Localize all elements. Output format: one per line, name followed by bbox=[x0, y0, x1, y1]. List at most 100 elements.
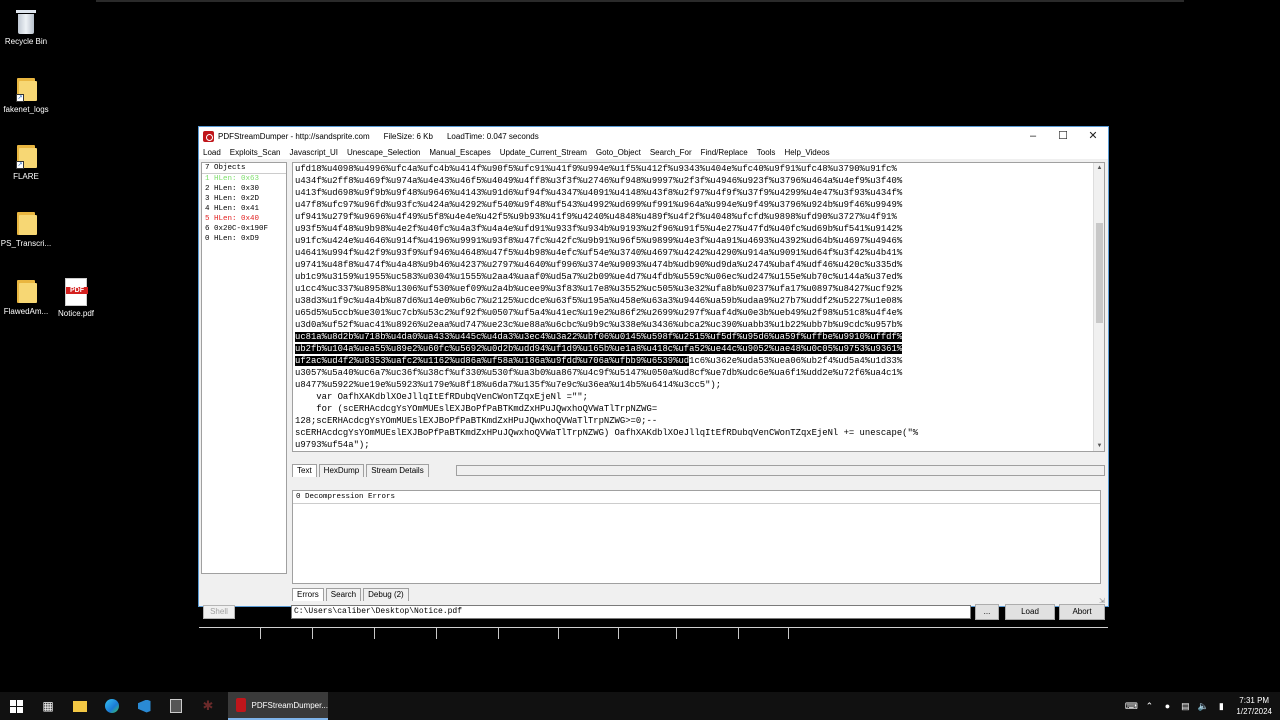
menu-javascript-ui[interactable]: Javascript_UI bbox=[290, 148, 338, 157]
clock-date: 1/27/2024 bbox=[1236, 707, 1272, 716]
battery-icon[interactable]: ▮ bbox=[1214, 701, 1228, 712]
tab-strip bbox=[456, 465, 1105, 476]
keyboard-icon[interactable]: ⌨ bbox=[1124, 701, 1138, 712]
desktop-icon-flawedammyy[interactable]: FlawedAm... bbox=[0, 278, 52, 316]
errors-header: 0 Decompression Errors bbox=[293, 491, 1100, 504]
stream-line: u91fc%u424e%u4646%u914f%u4196%u9991%u93f… bbox=[295, 236, 903, 246]
edge-browser-icon[interactable] bbox=[96, 692, 128, 720]
stream-line: scERHAcdcgYsYOmMUEslEXJBoPfPaBTKmdZxHPuJ… bbox=[295, 428, 919, 438]
status-field: UnkFlt: 0 bbox=[619, 628, 677, 639]
scroll-up-icon[interactable]: ▲ bbox=[1094, 163, 1104, 173]
file-explorer-icon[interactable] bbox=[64, 692, 96, 720]
status-field: JS: 1 bbox=[261, 628, 313, 639]
menu-goto-object[interactable]: Goto_Object bbox=[596, 148, 641, 157]
object-list-item[interactable]: 5 HLen: 0x40 bbox=[202, 214, 286, 224]
pdf-path-field[interactable]: C:\Users\caliber\Desktop\Notice.pdf bbox=[291, 605, 971, 619]
start-button[interactable] bbox=[0, 692, 32, 720]
stream-line: u38d3%u1f9c%u4a4b%u87d6%u14e0%ub6c7%u212… bbox=[295, 296, 903, 306]
tab-text[interactable]: Text bbox=[292, 464, 317, 477]
pdfstreamdumper-taskbar-icon bbox=[236, 698, 246, 712]
vscode-icon[interactable] bbox=[128, 692, 160, 720]
object-list-header: 7 Objects bbox=[202, 163, 286, 174]
status-field: TTF: 0 bbox=[437, 628, 499, 639]
desktop-icon-fakenet-logs[interactable]: ↗ fakenet_logs bbox=[0, 76, 52, 114]
menu-unescape-selection[interactable]: Unescape_Selection bbox=[347, 148, 420, 157]
load-button[interactable]: Load bbox=[1005, 604, 1055, 620]
menu-tools[interactable]: Tools bbox=[757, 148, 776, 157]
tab-search[interactable]: Search bbox=[325, 588, 362, 601]
tray-app-icon[interactable]: ● bbox=[1160, 701, 1174, 711]
desktop-icon-label: Notice.pdf bbox=[57, 309, 95, 318]
menu-help-videos[interactable]: Help_Videos bbox=[784, 148, 829, 157]
stream-line: uc81a%u8d2b%u718b%u4da0%ua433%u445c%u4da… bbox=[295, 331, 1090, 343]
selected-text: ub2fb%u104a%uea55%u89e2%u60fc%u5692%u0d2… bbox=[295, 344, 903, 354]
desktop-icon-notice-pdf[interactable]: PDF Notice.pdf bbox=[50, 278, 102, 318]
tab-hexdump[interactable]: HexDump bbox=[318, 464, 365, 477]
status-field: U3D: 0 bbox=[499, 628, 559, 639]
resize-grip-icon[interactable]: ⇲ bbox=[1099, 597, 1107, 605]
tab-debug[interactable]: Debug (2) bbox=[363, 588, 409, 601]
selected-text: uc81a%u8d2b%u718b%u4da0%ua433%u445c%u4da… bbox=[295, 332, 903, 342]
desktop-icon-flare[interactable]: ↗ FLARE bbox=[0, 143, 52, 181]
task-view-icon[interactable]: ▦ bbox=[32, 692, 64, 720]
menu-find-replace[interactable]: Find/Replace bbox=[701, 148, 748, 157]
bug-tool-icon[interactable]: ✱ bbox=[192, 692, 224, 720]
window-title: PDFStreamDumper - http://sandsprite.com bbox=[218, 131, 370, 141]
menu-exploits-scan[interactable]: Exploits_Scan bbox=[230, 148, 281, 157]
status-field: Streams:1 bbox=[199, 628, 261, 639]
stream-line: u65d5%u5ccb%ue301%uc7cb%u53c2%uf92f%u050… bbox=[295, 308, 903, 318]
object-list[interactable]: 7 Objects 1 HLen: 0x63 2 HLen: 0x30 3 HLen… bbox=[201, 162, 287, 574]
menu-load[interactable]: Load bbox=[203, 148, 221, 157]
desktop-icon-label: FlawedAm... bbox=[3, 307, 49, 316]
stream-line: var OafhXAKdblXOeJllqItEfRDubqVenCWonTZq… bbox=[295, 392, 588, 402]
clock[interactable]: 7:31 PM 1/27/2024 bbox=[1236, 695, 1272, 717]
view-tabs: Text HexDump Stream Details bbox=[292, 464, 431, 477]
object-list-item[interactable]: 1 HLen: 0x63 bbox=[202, 174, 286, 184]
desktop-icon-recycle-bin[interactable]: Recycle Bin bbox=[0, 8, 52, 46]
stream-line: uf2ac%ud4f2%u8353%uafc2%u1162%ud86a%uf58… bbox=[295, 355, 1090, 367]
panel-tabs: Errors Search Debug (2) bbox=[292, 588, 411, 601]
tray-chevron-icon[interactable]: ⌃ bbox=[1142, 701, 1156, 712]
menu-manual-escapes[interactable]: Manual_Escapes bbox=[429, 148, 490, 157]
stream-content[interactable]: ufd18%u4098%u4996%ufc4a%ufc4b%u414f%u90f… bbox=[295, 163, 1090, 451]
maximize-icon[interactable]: ☐ bbox=[1048, 127, 1078, 145]
calculator-app-icon[interactable] bbox=[160, 692, 192, 720]
object-list-item[interactable]: 3 HLen: 0x2D bbox=[202, 194, 286, 204]
client-area: 7 Objects 1 HLen: 0x63 2 HLen: 0x30 3 HLen… bbox=[199, 160, 1108, 639]
network-icon[interactable]: ▤ bbox=[1178, 701, 1192, 712]
object-list-item[interactable]: 2 HLen: 0x30 bbox=[202, 184, 286, 194]
tab-stream-details[interactable]: Stream Details bbox=[366, 464, 429, 477]
object-list-item[interactable]: 4 HLen: 0x41 bbox=[202, 204, 286, 214]
app-icon bbox=[203, 130, 214, 142]
shell-button[interactable]: Shell bbox=[203, 605, 235, 619]
status-field: PRC: 0 bbox=[739, 628, 789, 639]
volume-icon[interactable]: 🔈 bbox=[1196, 701, 1210, 712]
taskbar: ▦ ✱ PDFStreamDumper... ⌨ ⌃ ● ▤ 🔈 ▮ 7:31 … bbox=[0, 692, 1280, 720]
menu-bar: Load Exploits_Scan Javascript_UI Unescap… bbox=[199, 145, 1108, 159]
scroll-down-icon[interactable]: ▼ bbox=[1094, 441, 1104, 451]
folder-icon: ↗ bbox=[15, 76, 37, 102]
errors-panel[interactable]: 0 Decompression Errors bbox=[292, 490, 1101, 584]
desktop-icon-ps-transcripts[interactable]: PS_Transcri... bbox=[0, 210, 52, 248]
vertical-scrollbar[interactable]: ▲ ▼ bbox=[1093, 163, 1104, 451]
desktop-icon-label: PS_Transcri... bbox=[0, 239, 52, 248]
stream-line: ub1c9%u3159%u1955%uc583%u0304%u1555%u2aa… bbox=[295, 272, 903, 282]
abort-button[interactable]: Abort bbox=[1059, 604, 1105, 620]
taskbar-task-label: PDFStreamDumper... bbox=[251, 700, 328, 710]
pdf-file-icon: PDF bbox=[65, 278, 88, 306]
desktop-icon-label: fakenet_logs bbox=[3, 105, 49, 114]
windows-logo-icon bbox=[9, 699, 23, 713]
minimize-icon[interactable]: – bbox=[1018, 127, 1048, 145]
browse-button[interactable]: ... bbox=[975, 604, 999, 620]
scrollbar-thumb[interactable] bbox=[1096, 223, 1103, 323]
taskbar-pdfstreamdumper[interactable]: PDFStreamDumper... bbox=[228, 692, 328, 720]
object-list-item[interactable]: 6 0x20C-0x190F bbox=[202, 224, 286, 234]
close-icon[interactable]: ✕ bbox=[1078, 127, 1108, 145]
stream-text-view[interactable]: ufd18%u4098%u4996%ufc4a%ufc4b%u414f%u90f… bbox=[292, 162, 1105, 452]
file-size: FileSize: 6 Kb bbox=[383, 131, 433, 141]
title-bar[interactable]: PDFStreamDumper - http://sandsprite.com … bbox=[199, 127, 1108, 145]
menu-search-for[interactable]: Search_For bbox=[650, 148, 692, 157]
object-list-item[interactable]: 0 HLen: 0xD9 bbox=[202, 234, 286, 244]
menu-update-current-stream[interactable]: Update_Current_Stream bbox=[500, 148, 587, 157]
tab-errors[interactable]: Errors bbox=[292, 588, 324, 601]
